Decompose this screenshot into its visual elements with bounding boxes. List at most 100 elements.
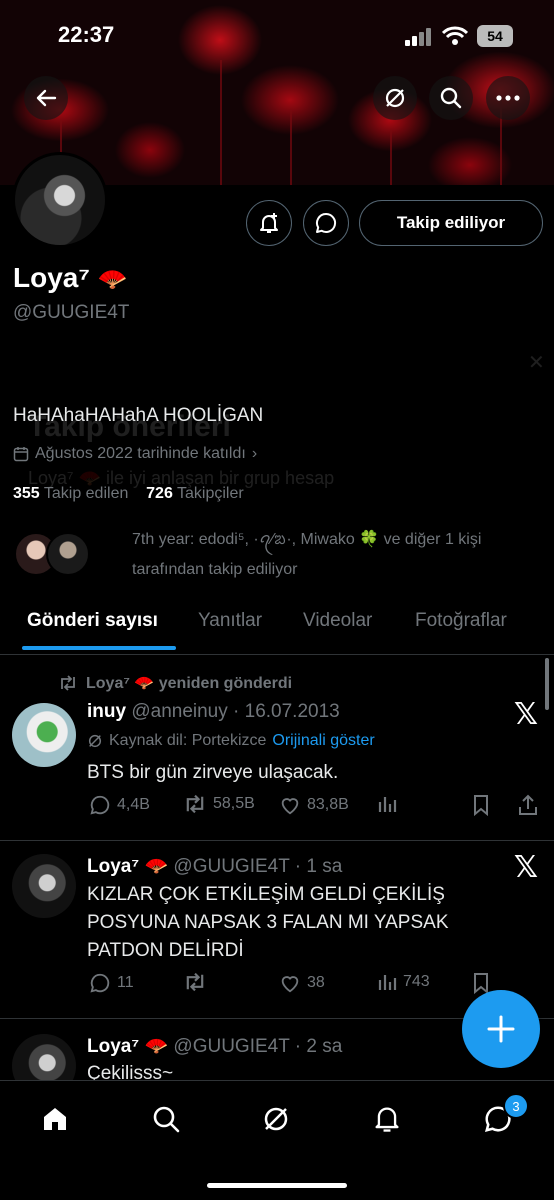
search-icon <box>153 1106 180 1133</box>
grok-icon <box>385 88 405 108</box>
like-button[interactable]: 83,8B <box>279 794 349 816</box>
reply-count: 11 <box>117 974 134 991</box>
profile-handle: @GUUGIE4T <box>13 302 130 323</box>
following-link[interactable]: 355 Takip edilen <box>13 485 128 502</box>
tab-photos[interactable]: Fotoğraflar <box>415 610 507 632</box>
profile-stats: 355 Takip edilen 726 Takipçiler <box>13 485 244 503</box>
nav-home[interactable] <box>35 1099 75 1139</box>
post-item[interactable]: Loya⁷ 🪭 yeniden gönderdi inuy @anneinuy … <box>0 655 554 841</box>
following-count: 355 <box>13 485 40 502</box>
status-time: 22:37 <box>58 22 115 47</box>
nav-notifications[interactable] <box>367 1099 407 1139</box>
nav-search[interactable] <box>146 1099 186 1139</box>
like-button[interactable]: 38 <box>279 972 325 994</box>
search-button[interactable] <box>429 76 473 120</box>
reply-button[interactable]: 4,4B <box>89 794 150 816</box>
translation-line: Kaynak dil: Portekizce Orijinali göster <box>87 732 375 750</box>
close-icon: ✕ <box>528 352 545 374</box>
repost-text: Loya⁷ 🪭 yeniden gönderdi <box>86 675 293 692</box>
post-handle-date: @GUUGIE4T · 2 sa <box>173 1036 343 1057</box>
battery-icon: 54 <box>477 25 513 47</box>
share-button[interactable] <box>517 794 539 816</box>
repost-count: 58,5B <box>213 795 255 812</box>
post-header: inuy @anneinuy · 16.07.2013 <box>87 701 340 723</box>
repost-icon <box>186 972 204 992</box>
profile-joined[interactable]: Ağustos 2022 tarihinde katıldı › <box>13 445 257 463</box>
tab-posts[interactable]: Gönderi sayısı <box>27 610 158 632</box>
tab-replies[interactable]: Yanıtlar <box>198 610 262 632</box>
back-button[interactable] <box>24 76 68 120</box>
profile-bio: HaHAhaHAHahA HOOLİGAN <box>13 405 264 426</box>
arrow-left-icon <box>36 89 57 107</box>
reply-icon <box>90 795 110 815</box>
post-author[interactable]: Loya⁷ 🪭 <box>87 856 168 877</box>
status-bar: 22:37 54 <box>0 0 554 70</box>
post-text: Çekilisss~ <box>87 1063 174 1080</box>
post-text: KIZLAR ÇOK ETKİLEŞİM GELDİ ÇEKİLİŞ POSYU… <box>87 884 449 961</box>
views-button[interactable]: 743 <box>377 972 430 992</box>
bookmark-button[interactable] <box>471 972 491 994</box>
post-header: Loya⁷ 🪭 @GUUGIE4T · 1 sa <box>87 854 342 878</box>
post-avatar[interactable] <box>12 1034 76 1080</box>
message-button[interactable] <box>303 200 349 246</box>
post-avatar[interactable] <box>12 854 76 918</box>
translate-source: Kaynak dil: Portekizce <box>109 732 267 749</box>
heart-icon <box>281 798 299 815</box>
grok-button[interactable] <box>373 76 417 120</box>
post-avatar[interactable] <box>12 703 76 767</box>
battery-level: 54 <box>487 28 503 44</box>
share-icon <box>519 794 537 815</box>
plus-icon <box>487 1015 515 1043</box>
repost-icon <box>186 794 204 814</box>
followers-count: 726 <box>146 485 173 502</box>
repost-line: Loya⁷ 🪭 yeniden gönderdi <box>58 673 292 693</box>
profile-name-text: Loya⁷ <box>13 262 90 293</box>
chevron-right-icon: › <box>251 445 258 462</box>
post-item[interactable]: Loya⁷ 🪭 @GUUGIE4T · 1 sa 𝕏 KIZLAR ÇOK ET… <box>0 840 554 1019</box>
repost-icon <box>61 675 75 691</box>
heart-icon <box>281 976 299 993</box>
home-indicator <box>207 1183 347 1188</box>
fan-emoji-icon: 🪭 <box>97 266 128 293</box>
followers-link[interactable]: 726 Takipçiler <box>146 485 244 502</box>
post-author[interactable]: Loya⁷ 🪭 <box>87 1036 168 1057</box>
post-actions: 4,4B 58,5B 83,8B <box>87 794 547 824</box>
post-author[interactable]: inuy <box>87 701 126 722</box>
following-label: Takip edilen <box>43 485 129 502</box>
like-count: 38 <box>307 974 325 991</box>
bookmark-icon <box>474 795 488 816</box>
following-button[interactable]: Takip ediliyor <box>359 200 543 246</box>
view-count: 743 <box>403 973 430 990</box>
grok-icon <box>264 1107 288 1131</box>
repost-button[interactable]: 58,5B <box>183 794 255 814</box>
x-logo-icon: 𝕏 <box>513 850 538 885</box>
follower-avatar[interactable] <box>46 532 90 576</box>
more-icon <box>496 95 520 101</box>
nav-grok[interactable] <box>256 1099 296 1139</box>
calendar-icon <box>13 447 29 462</box>
grok-icon <box>88 734 102 748</box>
joined-text: Ağustos 2022 tarihinde katıldı <box>35 445 246 462</box>
bookmark-icon <box>474 973 488 994</box>
show-original-link[interactable]: Orijinali göster <box>272 732 374 750</box>
chat-bubble-icon <box>316 212 337 233</box>
repost-button[interactable] <box>183 972 207 992</box>
messages-badge: 3 <box>503 1093 529 1119</box>
bookmark-button[interactable] <box>471 794 491 816</box>
active-tab-indicator <box>22 646 176 650</box>
bottom-nav <box>0 1080 554 1200</box>
reply-button[interactable]: 11 <box>89 972 134 994</box>
notifications-toggle-button[interactable] <box>246 200 292 246</box>
tab-videos[interactable]: Videolar <box>303 610 372 632</box>
views-button[interactable] <box>377 794 397 814</box>
signal-icon <box>405 28 431 46</box>
more-button[interactable] <box>486 76 530 120</box>
compose-button[interactable] <box>462 990 540 1068</box>
profile-avatar[interactable] <box>12 152 108 248</box>
followed-by-text[interactable]: 7th year: edodi⁵, ·ꪖ⁄ᨰ·, Miwako 🍀 ve diğ… <box>132 525 542 585</box>
reply-icon <box>90 973 110 993</box>
bell-icon <box>375 1107 399 1132</box>
views-icon <box>378 797 397 812</box>
home-icon <box>44 1108 66 1130</box>
scrollbar[interactable] <box>545 658 549 710</box>
